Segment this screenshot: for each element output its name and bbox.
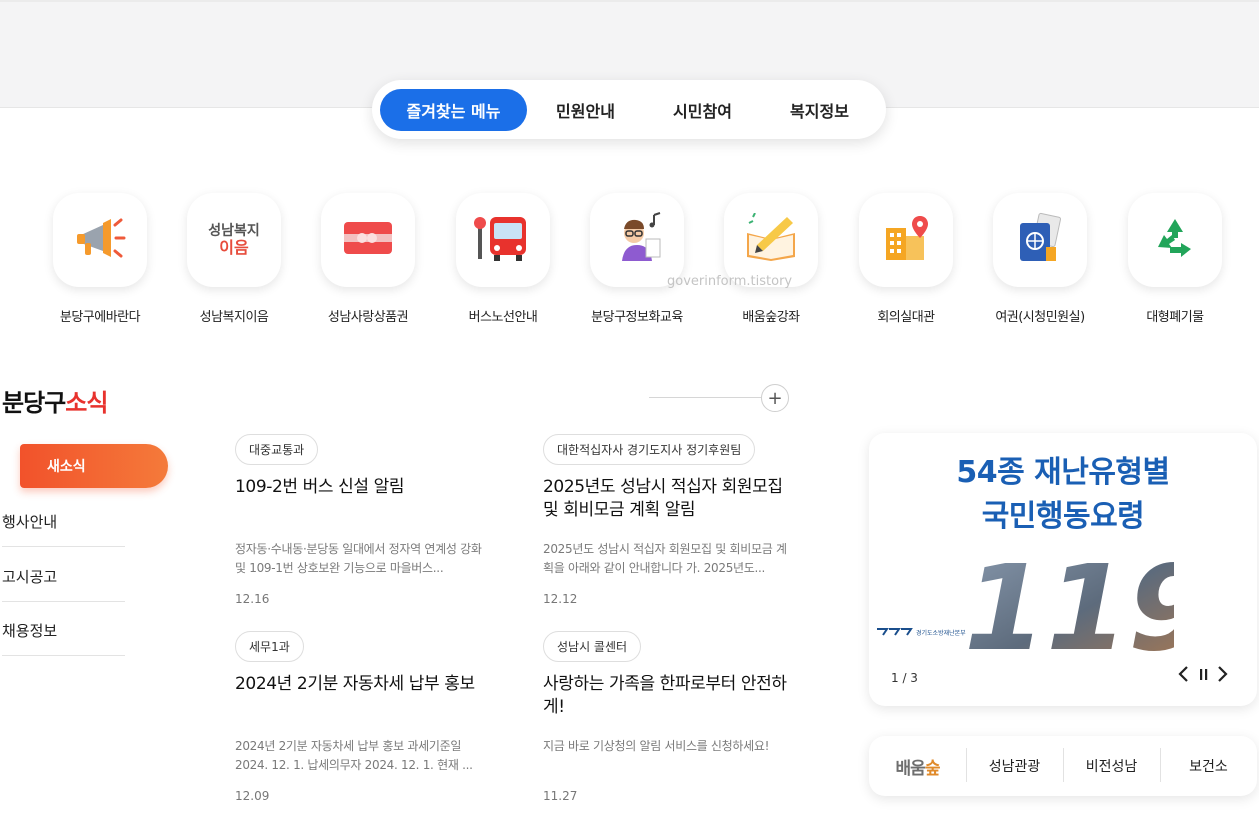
banner-119-text: 119 [964, 543, 1174, 653]
banner-119-graphic: 119 [964, 543, 1174, 653]
baeumsup-logo-b: 숲 [924, 758, 941, 779]
quick-links-bar: 배움숲 성남관광 비전성남 보건소 [869, 736, 1257, 796]
news-date: 11.27 [543, 789, 578, 803]
news-tag: 대한적십자사 경기도지사 정기후원팀 [543, 434, 756, 465]
banner-counter: 1 / 3 [891, 671, 918, 685]
bus-icon [474, 213, 532, 267]
quick-item-label: 회의실대관 [877, 310, 935, 325]
category-tabs: 즐겨찾는 메뉴 민원안내 시민참여 복지정보 [372, 80, 886, 139]
news-date: 12.16 [235, 592, 270, 606]
news-date: 12.12 [543, 592, 578, 606]
chevron-left-icon[interactable] [1177, 665, 1189, 688]
banner-title-line2: 국민행동요령 [981, 499, 1145, 534]
side-tab-notices[interactable]: 고시공고 [2, 566, 125, 602]
news-title[interactable]: 2025년도 성남시 적십자 회원모집 및 회비모금 계획 알림 [543, 476, 793, 532]
quick-item-box[interactable] [53, 193, 147, 287]
quick-item-bus[interactable]: 버스노선안내 [433, 193, 573, 325]
baeumsup-logo: 배움숲 [895, 758, 941, 779]
divider [649, 397, 761, 398]
news-desc: 2025년도 성남시 적십자 회원모집 및 회비모금 계획을 아래와 같이 안내… [543, 542, 787, 575]
banner-slider[interactable]: 54종 재난유형별 국민행동요령 119 경기도소방재난본부 1 / 3 [869, 433, 1257, 706]
quick-item-label: 분당구에바란다 [59, 310, 141, 325]
tab-citizen-participation[interactable]: 시민참여 [644, 89, 761, 131]
quick-item-label: 성남사랑상품권 [327, 310, 409, 325]
side-tab-jobs[interactable]: 채용정보 [2, 620, 125, 656]
news-item[interactable]: 세무1과 2024년 2기분 자동차세 납부 홍보 2024년 2기분 자동차세… [235, 631, 485, 803]
quick-item-box[interactable] [1128, 193, 1222, 287]
news-title[interactable]: 2024년 2기분 자동차세 납부 홍보 [235, 673, 485, 729]
chevron-right-icon[interactable] [1217, 665, 1229, 688]
education-person-icon [610, 211, 664, 269]
quick-item-label: 여권(시청민원실) [995, 310, 1085, 325]
quick-item-box[interactable] [321, 193, 415, 287]
fire-department-logo-mark [877, 628, 913, 636]
health-center-link[interactable]: 보건소 [1160, 748, 1257, 782]
megaphone-icon [73, 211, 127, 269]
side-tab-news[interactable]: 새소식 [20, 444, 168, 488]
quick-item-gift-card[interactable]: 성남사랑상품권 [298, 193, 438, 325]
news-item[interactable]: 대중교통과 109-2번 버스 신설 알림 정자동·수내동·분당동 일대에서 정… [235, 434, 485, 606]
tab-welfare-info[interactable]: 복지정보 [761, 89, 878, 131]
more-button[interactable]: + [761, 384, 789, 412]
quick-item-meeting-room[interactable]: 회의실대관 [836, 193, 976, 325]
quick-item-box[interactable] [724, 193, 818, 287]
quick-item-box[interactable]: 성남복지 이음 [187, 193, 281, 287]
news-tag: 성남시 콜센터 [543, 631, 642, 662]
news-tag: 세무1과 [235, 631, 304, 662]
quick-item-label: 대형폐기물 [1146, 310, 1204, 325]
news-desc: 지금 바로 기상청의 알림 서비스를 신청하세요! [543, 739, 770, 753]
news-desc: 2024년 2기분 자동차세 납부 홍보 과세기준일 2024. 12. 1. … [235, 739, 473, 772]
section-title-black: 분당구 [2, 389, 66, 417]
quick-item-welfare[interactable]: 성남복지 이음 성남복지이음 [164, 193, 304, 325]
news-title[interactable]: 사랑하는 가족을 한파로부터 안전하게! [543, 673, 793, 729]
pause-icon[interactable] [1199, 665, 1209, 688]
section-title: 분당구소식 [2, 383, 108, 418]
quick-item-passport[interactable]: 여권(시청민원실) [970, 193, 1110, 325]
quick-item-box[interactable] [590, 193, 684, 287]
vision-seongnam-link[interactable]: 비전성남 [1063, 748, 1160, 782]
quick-item-box[interactable] [993, 193, 1087, 287]
tab-civil-guide[interactable]: 민원안내 [527, 89, 644, 131]
quick-item-label: 버스노선안내 [468, 310, 538, 325]
tab-favorites[interactable]: 즐겨찾는 메뉴 [380, 88, 527, 131]
fire-department-logo: 경기도소방재난본부 [877, 627, 966, 637]
quick-item-complaint[interactable]: 분당구에바란다 [30, 193, 170, 325]
news-item[interactable]: 성남시 콜센터 사랑하는 가족을 한파로부터 안전하게! 지금 바로 기상청의 … [543, 631, 793, 803]
news-date: 12.09 [235, 789, 270, 803]
quick-item-lecture[interactable]: 배움숲강좌 [701, 193, 841, 325]
news-item[interactable]: 대한적십자사 경기도지사 정기후원팀 2025년도 성남시 적십자 회원모집 및… [543, 434, 793, 606]
news-title[interactable]: 109-2번 버스 신설 알림 [235, 476, 485, 532]
watermark: goverinform.tistory [667, 274, 793, 289]
building-pin-icon [880, 212, 932, 268]
tourism-link[interactable]: 성남관광 [966, 748, 1063, 782]
quick-item-box[interactable] [456, 193, 550, 287]
side-tab-events[interactable]: 행사안내 [2, 511, 125, 547]
quick-item-box[interactable] [859, 193, 953, 287]
news-desc: 정자동·수내동·분당동 일대에서 정자역 연계성 강화 및 109-1번 상호보… [235, 542, 482, 575]
quick-item-label: 분당구정보화교육 [591, 310, 683, 325]
quick-item-label: 배움숲강좌 [742, 310, 800, 325]
passport-icon [1014, 211, 1066, 269]
quick-item-bulky-waste[interactable]: 대형폐기물 [1105, 193, 1245, 325]
gift-card-icon [342, 218, 394, 262]
book-pencil-icon [743, 212, 799, 267]
fire-department-logo-text: 경기도소방재난본부 [916, 629, 966, 637]
quick-item-label: 성남복지이음 [199, 310, 269, 325]
news-tag: 대중교통과 [235, 434, 319, 465]
seongnam-welfare-logo: 성남복지 이음 [208, 222, 260, 257]
quick-item-it-education[interactable]: 분당구정보화교육 [567, 193, 707, 325]
section-title-red: 소식 [65, 389, 108, 417]
baeumsup-logo-a: 배움 [895, 758, 926, 779]
baeumsup-link[interactable]: 배움숲 [869, 754, 966, 779]
recycle-icon [1150, 213, 1200, 267]
banner-title-line1: 54종 재난유형별 [956, 455, 1170, 490]
